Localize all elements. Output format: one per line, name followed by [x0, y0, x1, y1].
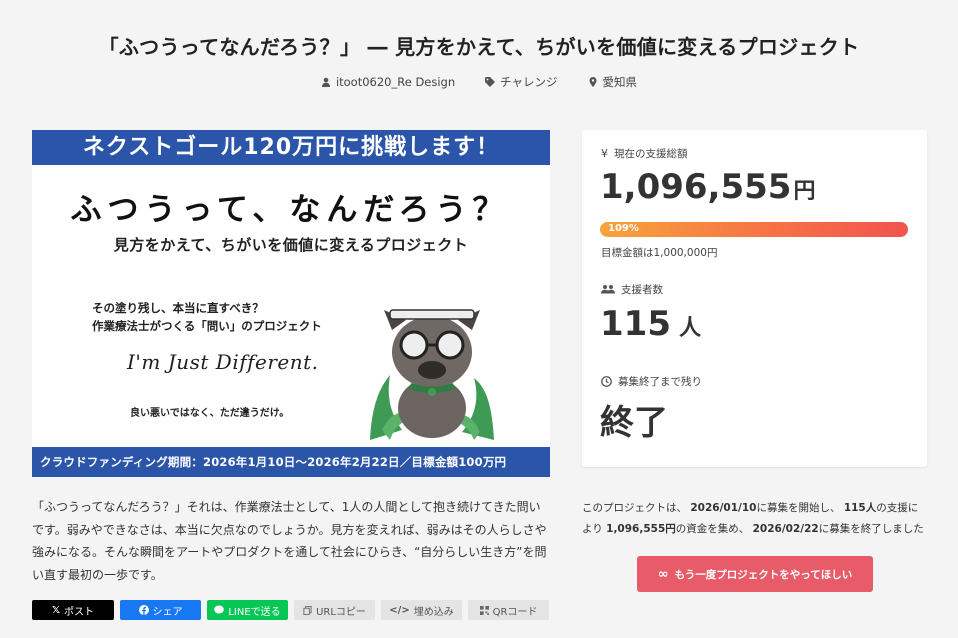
author-name: itoot0620_Re Design	[335, 75, 456, 89]
qr-code-button[interactable]: QRコード	[468, 600, 549, 620]
line-icon	[214, 605, 225, 614]
page-title: 「ふつうってなんだろう？」 ― 見方をかえて、ちがいを価値に変えるプロジェクト	[98, 35, 860, 59]
banner-subtitle: 見方をかえて、ちがいを価値に変えるプロジェクト	[113, 236, 469, 254]
progress-percent: 109%	[608, 223, 639, 234]
share-bar: 𝕏 ポスト シェア LINEで送る URLコピー </> 埋め込み QRコード	[32, 600, 549, 620]
code-icon: </>	[389, 604, 410, 616]
remaining-label: 募集終了まで残り	[618, 376, 702, 388]
author-link[interactable]: itoot0620_Re Design	[321, 74, 455, 90]
copy-icon	[303, 605, 312, 615]
summary-text: に募集を終了しました	[818, 523, 924, 535]
category-link[interactable]: チャレンジ	[485, 74, 558, 90]
users-icon	[601, 285, 615, 294]
summary-end-date: 2026/02/22	[752, 523, 819, 535]
summary-text: このプロジェクトは、	[582, 502, 687, 514]
summary-backers: 115人	[843, 502, 877, 514]
banner-headline: ネクストゴール120万円に挑戦します！	[32, 130, 550, 165]
qr-code-label: QRコード	[492, 606, 538, 618]
banner-period: クラウドファンディング期間：2026年1月10日〜2026年2月22日／目標金額…	[32, 447, 550, 477]
share-x-label: ポスト	[64, 606, 95, 618]
banner-question-1: その塗り残し、本当に直すべき？	[92, 301, 264, 315]
location-link[interactable]: 愛知県	[588, 74, 638, 90]
infinity-icon: ∞	[657, 566, 669, 582]
banner-tagline: 良い悪いではなく、ただ違うだけ。	[130, 408, 290, 419]
backers-label-row: 支援者数	[601, 282, 663, 297]
backers-count-value: 115	[600, 304, 671, 344]
copy-url-label: URLコピー	[316, 606, 366, 618]
project-meta: itoot0620_Re Design チャレンジ 愛知県	[0, 74, 958, 90]
tag-icon	[485, 77, 496, 87]
total-label: 現在の支援総額	[614, 148, 688, 160]
currency-unit: 円	[793, 179, 816, 204]
map-pin-icon	[589, 77, 597, 87]
summary-text: に募集を開始し、	[756, 502, 841, 514]
total-amount: 1,096,555円	[600, 167, 815, 207]
progress-bar: 109%	[600, 222, 908, 237]
summary-amount: 1,096,555円	[606, 523, 676, 535]
qr-icon	[479, 605, 489, 615]
share-line-button[interactable]: LINEで送る	[207, 600, 288, 620]
category-name: チャレンジ	[500, 75, 558, 89]
project-page: 「ふつうってなんだろう？」 ― 見方をかえて、ちがいを価値に変えるプロジェクト …	[0, 0, 958, 638]
embed-label: 埋め込み	[413, 606, 454, 618]
share-x-button[interactable]: 𝕏 ポスト	[32, 600, 114, 620]
share-facebook-label: シェア	[152, 606, 183, 618]
share-line-label: LINEで送る	[228, 606, 281, 618]
project-image: ネクストゴール120万円に挑戦します！ ふつうって、なんだろう？ 見方をかえて、…	[32, 130, 550, 477]
share-facebook-button[interactable]: シェア	[120, 600, 201, 620]
backers-unit: 人	[678, 316, 701, 341]
backers-count: 115 人	[600, 304, 701, 344]
summary-text: の資金を集め、	[675, 523, 750, 535]
remaining-label-row: 募集終了まで残り	[601, 374, 702, 389]
total-amount-value: 1,096,555	[600, 167, 792, 207]
banner-question-2: 作業療法士がつくる「問い」のプロジェクト	[92, 319, 322, 333]
banner-script-text: I'm Just Different.	[127, 350, 319, 374]
clock-icon	[601, 376, 612, 387]
total-label-row: ¥ 現在の支援総額	[601, 146, 688, 161]
location-name: 愛知県	[602, 75, 638, 89]
facebook-icon	[138, 605, 149, 615]
funding-status-card: ¥ 現在の支援総額 1,096,555円 109% 目標金額は1,000,000…	[582, 130, 927, 467]
remaining-value: 終了	[600, 403, 668, 443]
pug-illustration	[370, 309, 494, 440]
backers-label: 支援者数	[621, 284, 663, 296]
embed-button[interactable]: </> 埋め込み	[381, 600, 462, 620]
project-summary: このプロジェクトは、 2026/01/10に募集を開始し、 115人の支援により…	[582, 498, 927, 540]
request-again-label: もう一度プロジェクトをやってほしい	[674, 568, 853, 581]
copy-url-button[interactable]: URLコピー	[294, 600, 375, 620]
x-logo-icon: 𝕏	[51, 604, 61, 616]
project-description: 「ふつうってなんだろう？」それは、作業療法士として、1人の人間として抱き続けてき…	[32, 500, 547, 582]
user-icon	[321, 77, 330, 87]
request-again-button[interactable]: ∞ もう一度プロジェクトをやってほしい	[637, 556, 873, 592]
yen-icon: ¥	[601, 147, 608, 160]
goal-amount: 目標金額は1,000,000円	[601, 247, 718, 259]
banner-handwritten-title: ふつうって、なんだろう？	[70, 192, 510, 228]
summary-start-date: 2026/01/10	[690, 502, 757, 514]
